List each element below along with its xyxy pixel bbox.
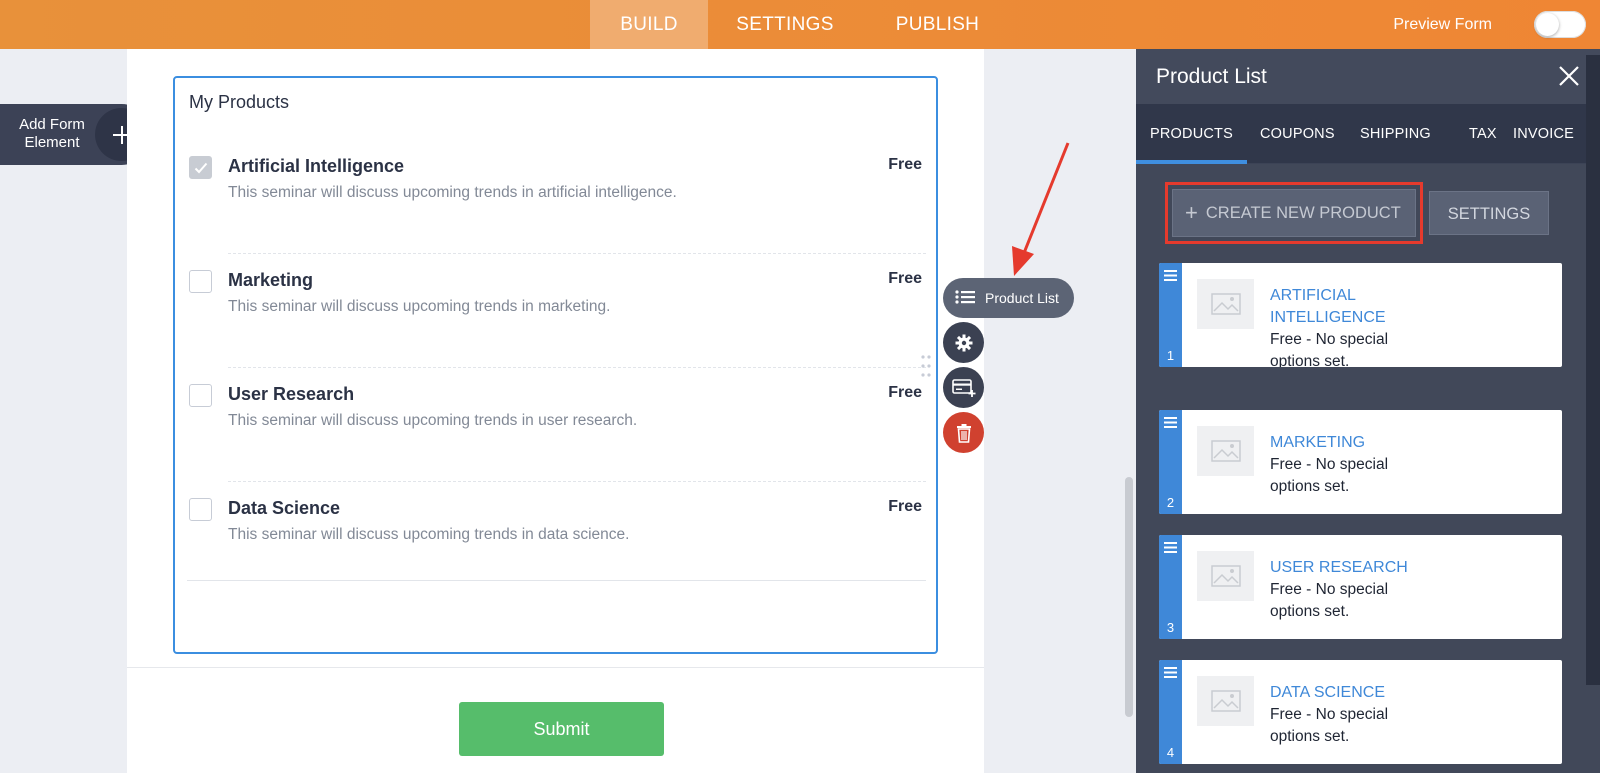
preview-form-toggle[interactable] — [1534, 11, 1586, 38]
product-card-title[interactable]: USER RESEARCH — [1270, 557, 1410, 579]
product-card-title[interactable]: MARKETING — [1270, 432, 1410, 454]
tab-publish[interactable]: PUBLISH — [880, 0, 995, 49]
close-icon[interactable] — [1558, 65, 1580, 87]
gear-icon — [955, 334, 972, 351]
tab-shipping[interactable]: SHIPPING — [1360, 104, 1431, 164]
drag-handle[interactable]: 3 — [1159, 535, 1182, 639]
product-item[interactable]: Data Science This seminar will discuss u… — [175, 482, 936, 596]
tab-build[interactable]: BUILD — [590, 0, 708, 49]
product-card-meta: Free - No special options set. — [1270, 581, 1389, 620]
create-new-product-button[interactable]: + CREATE NEW PRODUCT — [1172, 189, 1416, 237]
tab-products[interactable]: PRODUCTS — [1136, 104, 1247, 164]
field-title: My Products — [189, 92, 290, 112]
scrollbar-thumb[interactable] — [1125, 477, 1133, 717]
tab-invoice[interactable]: INVOICE — [1513, 104, 1574, 164]
image-placeholder-icon — [1197, 676, 1254, 726]
image-placeholder-icon — [1197, 279, 1254, 329]
credit-card-icon — [951, 378, 975, 397]
product-name: Data Science — [228, 498, 341, 518]
product-description: This seminar will discuss upcoming trend… — [228, 526, 630, 543]
panel-body: + CREATE NEW PRODUCT SETTINGS 1 ARTIFICI… — [1136, 164, 1600, 773]
list-icon — [955, 289, 975, 308]
tab-coupons[interactable]: COUPONS — [1260, 104, 1335, 164]
toggle-knob — [1536, 13, 1559, 36]
drag-handle-icon[interactable] — [920, 354, 932, 378]
product-card-title[interactable]: ARTIFICIAL INTELLIGENCE — [1270, 285, 1410, 329]
product-price: Free — [888, 270, 922, 287]
panel-scrollbar[interactable] — [1586, 55, 1600, 685]
product-order-number: 4 — [1166, 745, 1175, 760]
tab-settings[interactable]: SETTINGS — [720, 0, 850, 49]
submit-button[interactable]: Submit — [459, 702, 664, 756]
product-checkbox[interactable] — [189, 270, 212, 293]
product-price: Free — [888, 156, 922, 173]
hamburger-icon — [1164, 667, 1177, 678]
product-price: Free — [888, 498, 922, 515]
product-card[interactable]: 1 ARTIFICIAL INTELLIGENCE Free - No spec… — [1159, 263, 1562, 367]
product-card[interactable]: 3 USER RESEARCH Free - No special option… — [1159, 535, 1562, 639]
plus-icon: + — [1185, 200, 1198, 225]
drag-handle[interactable]: 2 — [1159, 410, 1182, 514]
product-list-field[interactable]: My Products Artificial Intelligence This… — [173, 76, 938, 654]
product-settings-button[interactable]: SETTINGS — [1429, 191, 1549, 235]
highlight-box: + CREATE NEW PRODUCT — [1165, 182, 1423, 244]
drag-handle[interactable]: 1 — [1159, 263, 1182, 367]
add-form-element-label: Add Form Element — [19, 116, 85, 151]
hamburger-icon — [1164, 270, 1177, 281]
product-card-meta: Free - No special options set. — [1270, 456, 1389, 495]
product-list-panel: Product List PRODUCTS COUPONS SHIPPING T… — [1136, 49, 1600, 773]
product-checkbox[interactable] — [189, 384, 212, 407]
product-order-number: 3 — [1166, 620, 1175, 635]
product-card[interactable]: 2 MARKETING Free - No special options se… — [1159, 410, 1562, 514]
top-navigation-bar: BUILD SETTINGS PUBLISH Preview Form — [0, 0, 1600, 49]
image-placeholder-icon — [1197, 551, 1254, 601]
check-icon — [194, 162, 207, 173]
product-name: User Research — [228, 384, 355, 404]
payment-card-button[interactable] — [943, 367, 984, 408]
product-price: Free — [888, 384, 922, 401]
product-item[interactable]: Artificial Intelligence This seminar wil… — [175, 140, 936, 254]
product-description: This seminar will discuss upcoming trend… — [228, 298, 611, 315]
product-order-number: 1 — [1166, 348, 1175, 363]
divider — [187, 580, 926, 581]
product-description: This seminar will discuss upcoming trend… — [228, 184, 677, 201]
product-item[interactable]: User Research This seminar will discuss … — [175, 368, 936, 482]
tab-tax[interactable]: TAX — [1469, 104, 1497, 164]
field-settings-button[interactable] — [943, 322, 984, 363]
product-card-meta: Free - No special options set. — [1270, 331, 1389, 367]
product-checkbox[interactable] — [189, 156, 212, 179]
preview-form-label: Preview Form — [1393, 16, 1492, 33]
product-list-button[interactable]: Product List — [943, 278, 1074, 318]
product-name: Artificial Intelligence — [228, 156, 405, 176]
drag-handle[interactable]: 4 — [1159, 660, 1182, 764]
form-divider — [127, 667, 984, 668]
product-card-meta: Free - No special options set. — [1270, 706, 1389, 745]
image-placeholder-icon — [1197, 426, 1254, 476]
product-list-label: Product List — [985, 290, 1059, 306]
hamburger-icon — [1164, 417, 1177, 428]
panel-title: Product List — [1156, 65, 1267, 88]
product-item[interactable]: Marketing This seminar will discuss upco… — [175, 254, 936, 368]
red-arrow-annotation — [1012, 142, 1070, 276]
panel-header: Product List — [1136, 49, 1600, 104]
product-card-title[interactable]: DATA SCIENCE — [1270, 682, 1410, 704]
product-card[interactable]: 4 DATA SCIENCE Free - No special options… — [1159, 660, 1562, 764]
product-name: Marketing — [228, 270, 314, 290]
create-new-product-label: CREATE NEW PRODUCT — [1205, 203, 1401, 222]
product-checkbox[interactable] — [189, 498, 212, 521]
hamburger-icon — [1164, 542, 1177, 553]
product-description: This seminar will discuss upcoming trend… — [228, 412, 638, 429]
delete-field-button[interactable] — [943, 412, 984, 453]
panel-tabs: PRODUCTS COUPONS SHIPPING TAX INVOICE — [1136, 104, 1600, 164]
product-order-number: 2 — [1166, 495, 1175, 510]
trash-icon — [956, 423, 971, 443]
